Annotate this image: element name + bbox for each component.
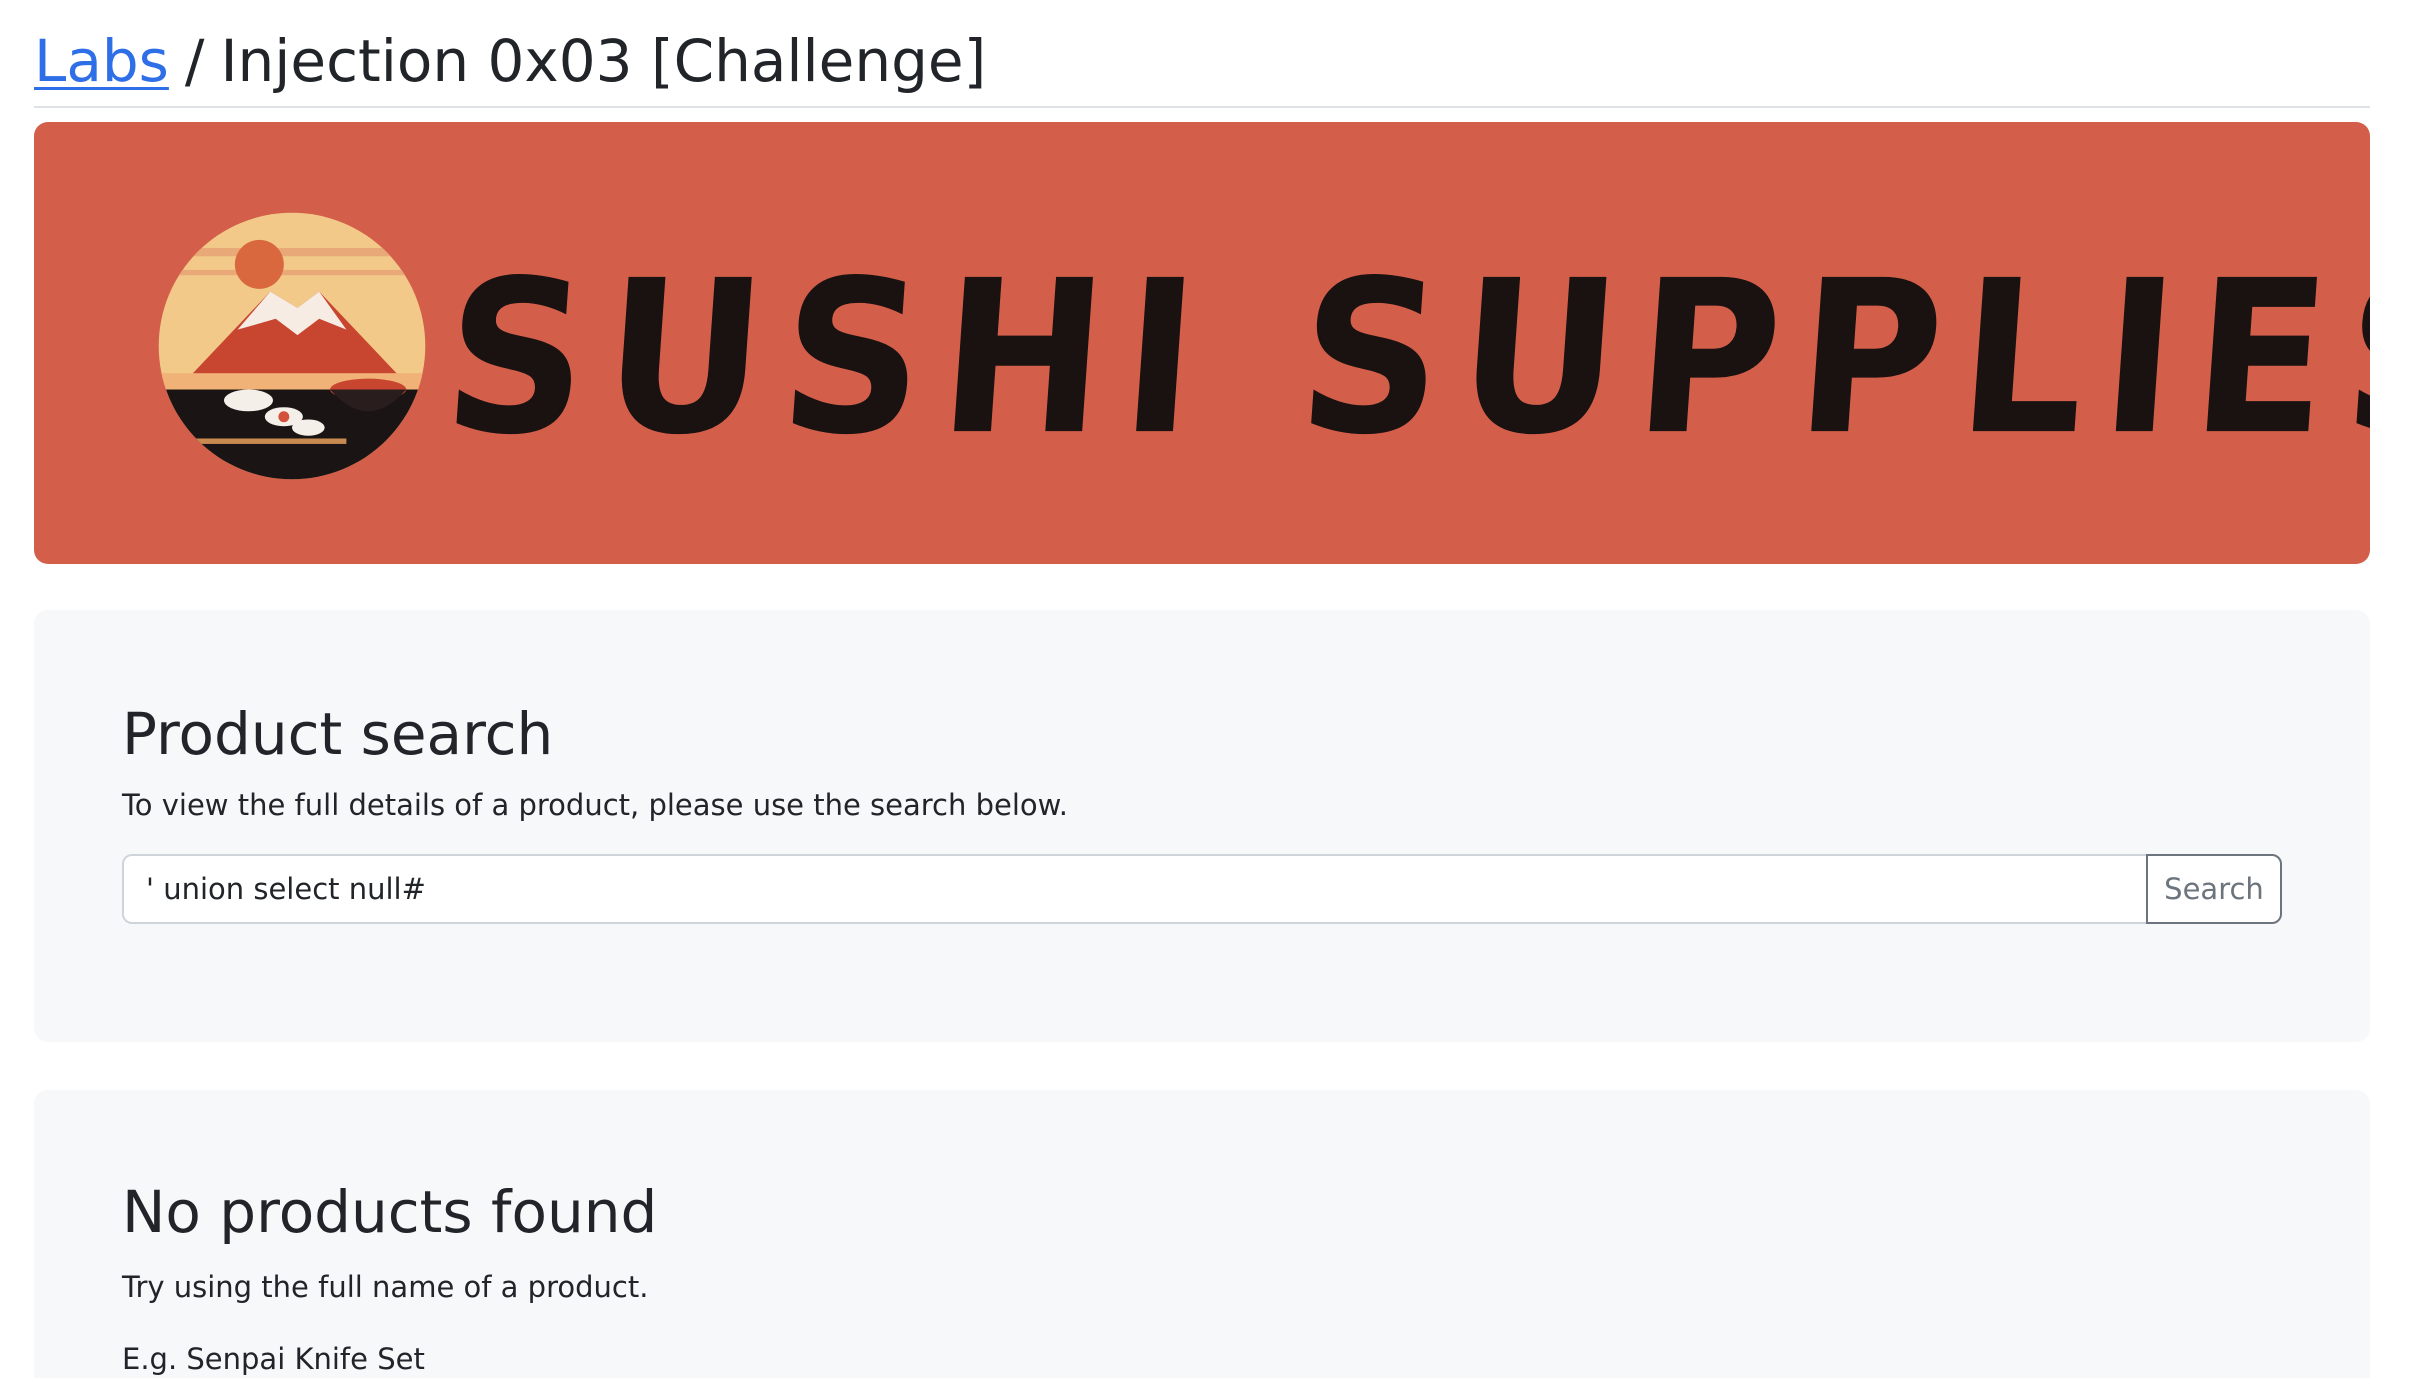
- results-hint: Try using the full name of a product.: [122, 1270, 649, 1304]
- results-example: E.g. Senpai Knife Set: [122, 1342, 425, 1376]
- brand-name: SUSHI SUPPLIES: [437, 235, 2370, 482]
- search-title: Product search: [122, 700, 554, 768]
- results-title: No products found: [122, 1178, 658, 1246]
- search-button[interactable]: Search: [2146, 854, 2282, 924]
- search-form: Search: [122, 854, 2282, 924]
- product-search-card: Product search To view the full details …: [34, 610, 2370, 1042]
- breadcrumb: Labs / Injection 0x03 [Challenge]: [34, 18, 986, 104]
- search-description: To view the full details of a product, p…: [122, 788, 1068, 822]
- page-title: Injection 0x03 [Challenge]: [220, 27, 987, 95]
- breadcrumb-labs-link[interactable]: Labs: [34, 27, 169, 95]
- search-input[interactable]: [122, 854, 2146, 924]
- mountain-sushi-logo-icon: [158, 212, 426, 480]
- breadcrumb-separator: /: [184, 27, 205, 95]
- results-card: No products found Try using the full nam…: [34, 1090, 2370, 1378]
- header-divider: [34, 106, 2370, 108]
- brand-banner: SUSHI SUPPLIES: [34, 122, 2370, 564]
- page: Labs / Injection 0x03 [Challenge] SUSHI …: [0, 0, 2414, 1378]
